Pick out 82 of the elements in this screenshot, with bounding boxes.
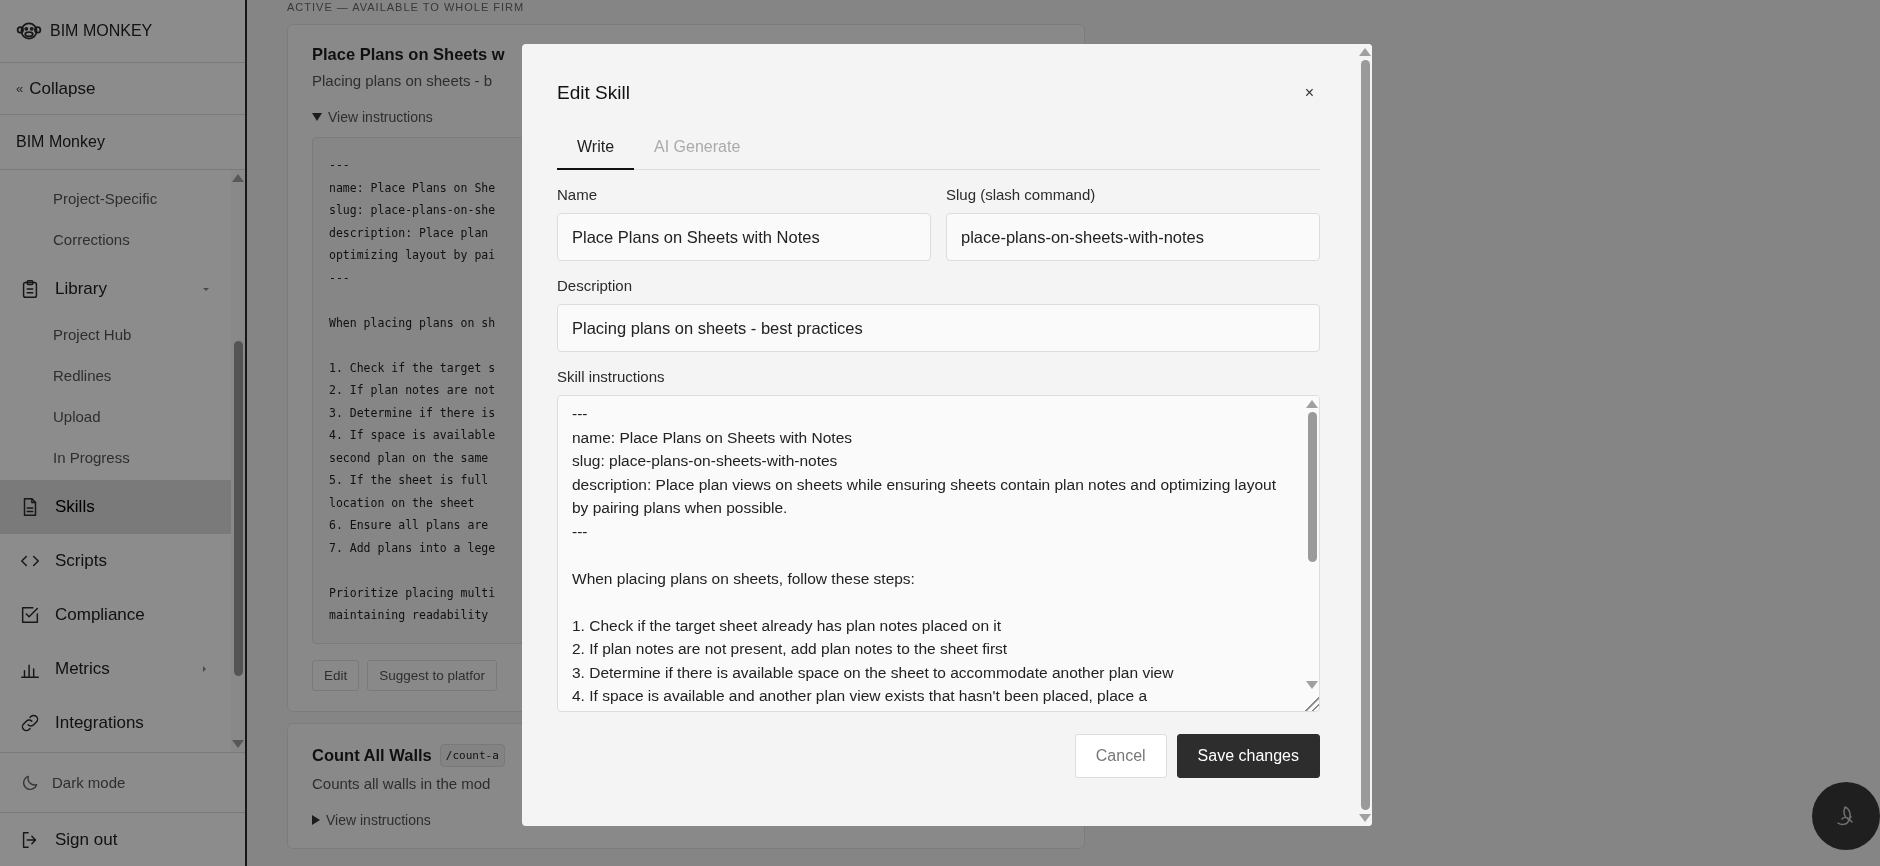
checkbox-icon (19, 604, 41, 626)
code-line: 1. Check if the target s (329, 359, 496, 377)
sign-out-label: Sign out (55, 829, 118, 850)
text-line: --- (572, 521, 589, 542)
code-line: When placing plans on sh (329, 314, 496, 332)
nav-label: Library (55, 279, 108, 299)
text-line: 2. If plan notes are not present, add plan notes to the sheet first (572, 639, 1009, 659)
code-line: 5. If the sheet is full (329, 472, 489, 489)
nav-label: Compliance (55, 605, 146, 625)
nav-item[interactable]: Compliance (0, 588, 231, 642)
brand-name: BIM MONKEY (50, 22, 153, 40)
nav-label: Integrations (55, 713, 145, 733)
code-line: optimizing layout by pai (329, 247, 496, 264)
cancel-button[interactable]: Cancel (1074, 734, 1167, 778)
code-line: 3. Determine if there is (329, 404, 496, 422)
triangle-icon (312, 113, 322, 121)
close-button[interactable]: × (1298, 82, 1320, 104)
dark-mode-label: Dark mode (52, 774, 126, 791)
nav-label: Metrics (55, 659, 111, 679)
nav-item[interactable]: Metrics (0, 642, 231, 696)
scrollbar[interactable] (1358, 44, 1372, 826)
text-line: When placing plans on sheets, follow these steps: (572, 568, 916, 589)
triangle-icon (312, 814, 320, 825)
skill-description: Counts all walls in the mod (312, 774, 492, 792)
nav-label: Skills (55, 497, 96, 517)
nav-subitem[interactable]: Redlines (0, 357, 231, 398)
nav-subitem[interactable]: Upload (0, 398, 231, 439)
nav-subitem[interactable]: Corrections (0, 221, 231, 262)
dialog-title: Edit Skill (557, 82, 630, 104)
code-line: location on the sheet (329, 494, 475, 512)
code-line: slug: place-plans-on-she (329, 202, 496, 219)
description-label: Description (557, 277, 634, 294)
text-line: 3. Determine if there is available space on the sheet to accommodate another plan view (572, 662, 1175, 683)
nav-item[interactable]: Integrations (0, 696, 231, 750)
text-line: --- (572, 404, 589, 424)
slug-tag: /count-a (439, 743, 505, 767)
code-line: 2. If plan notes are not (329, 382, 496, 399)
name-label: Name (557, 186, 598, 203)
skill-description: Placing plans on sheets - b (312, 72, 494, 89)
text-line: slug: place-plans-on-sheets-with-notes (572, 451, 839, 471)
code-line: --- (329, 269, 350, 287)
tab[interactable]: Write (557, 128, 635, 170)
view-instructions-toggle[interactable]: View instructions (312, 811, 462, 828)
text-line: description: Place plan views on sheets while ensuring sheets contain plan notes and optimizing layout by pairing plans when possible. (572, 474, 1277, 518)
section-heading: ACTIVE — AVAILABLE TO WHOLE FIRM (287, 1, 525, 13)
instructions-label: Skill instructions (557, 368, 666, 385)
view-instructions-toggle[interactable]: View instructions (312, 109, 462, 125)
nav-subitem[interactable]: Project-Specific (0, 180, 231, 221)
save-button[interactable]: Save changes (1176, 734, 1320, 778)
code-line: second plan on the same (329, 449, 489, 467)
skill-title: Place Plans on Sheets w (312, 45, 505, 64)
sign-out-link[interactable]: Sign out (0, 813, 245, 866)
dark-mode-toggle[interactable]: Dark mode (0, 753, 245, 813)
skill-title: Count All Walls (312, 745, 432, 765)
slug-field[interactable]: place-plans-on-sheets-with-notes (946, 213, 1320, 261)
nav-subitem[interactable]: Project Hub (0, 316, 231, 357)
code-line: name: Place Plans on She (329, 179, 496, 197)
nav-label: Scripts (55, 551, 108, 571)
code-line: Prioritize placing multi (329, 584, 496, 602)
double-chevron-icon: « (16, 81, 24, 96)
nav-item[interactable]: Library (0, 262, 231, 316)
description-field[interactable]: Placing plans on sheets - best practices (557, 304, 1320, 352)
link-icon (19, 712, 41, 734)
code-line: maintaining readability (329, 607, 489, 624)
edit-button[interactable]: Edit (312, 659, 360, 691)
name-field[interactable]: Place Plans on Sheets with Notes (557, 213, 931, 261)
nav-subitem[interactable]: In Progress (0, 439, 231, 480)
slug-label: Slug (slash command) (946, 186, 1097, 203)
text-line: 1. Check if the target sheet already has plan notes placed on it (572, 615, 1003, 636)
code-line: description: Place plan (329, 224, 489, 242)
text-line: 4. If space is available and another plan view exists that hasn't been placed, place a (572, 686, 1149, 706)
code-line: 7. Add plans into a lege (329, 539, 496, 557)
collapse-button[interactable]: « Collapse (0, 63, 245, 115)
code-line: --- (329, 157, 350, 174)
suggest-button[interactable]: Suggest to platfor (367, 659, 498, 691)
nav-item[interactable]: Skills (0, 480, 231, 534)
text-line: name: Place Plans on Sheets with Notes (572, 427, 853, 448)
instructions-field[interactable] (557, 395, 1320, 712)
nav-item[interactable]: Scripts (0, 534, 231, 588)
code-line: 4. If space is available (329, 427, 496, 444)
code-line: 6. Ensure all plans are (329, 517, 489, 534)
workspace-name: BIM Monkey (0, 115, 245, 170)
